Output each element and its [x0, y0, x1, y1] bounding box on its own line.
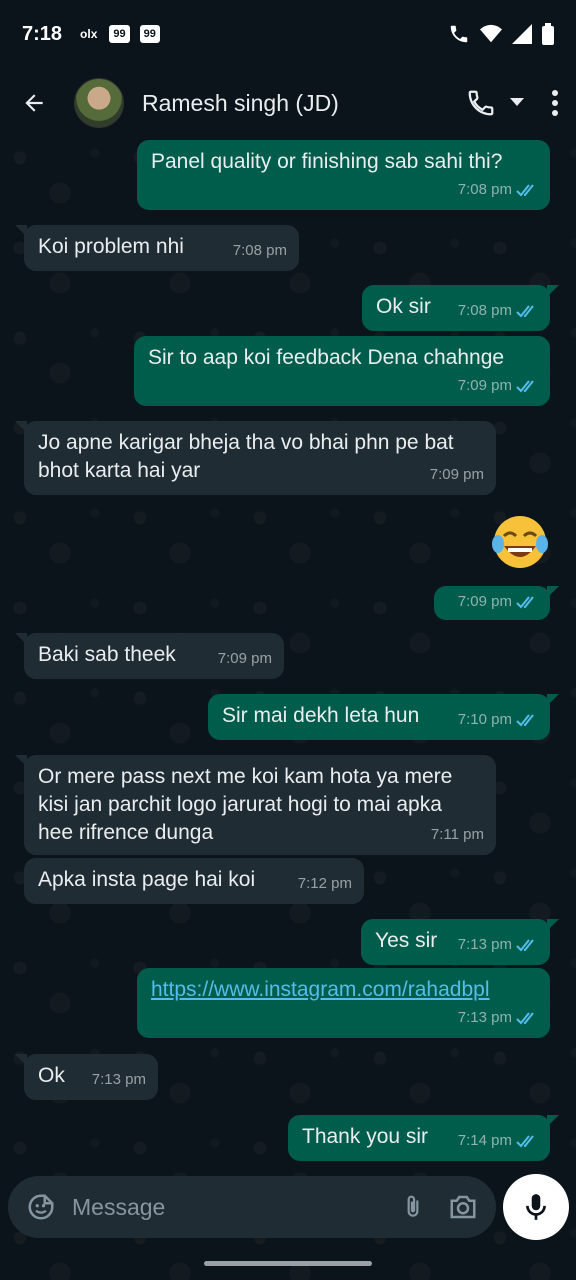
message-text: Sir mai dekh leta hun	[222, 704, 420, 727]
message-text: Koi problem nhi	[38, 235, 184, 258]
message-bubble-incoming[interactable]: Ok 7:13 pm	[15, 1054, 158, 1100]
voice-call-icon[interactable]	[466, 88, 496, 118]
message-time: 7:10 pm	[457, 711, 512, 728]
message-text: Jo apne karigar bheja tha vo bhai phn pe…	[38, 431, 454, 482]
message-time: 7:11 pm	[430, 826, 484, 843]
attach-icon[interactable]	[400, 1192, 426, 1222]
microphone-icon	[526, 1194, 546, 1220]
status-time: 7:18	[22, 22, 63, 45]
chat-header: Ramesh singh (JD)	[0, 68, 576, 138]
read-receipt-icon	[516, 1135, 534, 1148]
read-receipt-icon	[516, 1012, 534, 1025]
message-text: Apka insta page hai koi	[38, 868, 256, 891]
message-bubble-incoming[interactable]: Or mere pass next me koi kam hota ya mer…	[15, 755, 496, 855]
signal-icon	[512, 24, 532, 44]
more-options-icon[interactable]	[550, 89, 560, 117]
message-bubble-outgoing[interactable]: Sir mai dekh leta hun 7:10 pm	[208, 694, 559, 740]
read-receipt-icon	[516, 380, 534, 393]
message-time: 7:08 pm	[232, 242, 287, 259]
message-input[interactable]	[72, 1193, 400, 1221]
read-receipt-icon	[516, 596, 534, 609]
message-time: 7:13 pm	[91, 1071, 146, 1088]
status-bar: 7:18 olx 99 99	[0, 0, 576, 68]
message-bubble-outgoing[interactable]: Yes sir 7:13 pm	[361, 919, 559, 965]
message-bubble-outgoing[interactable]: Panel quality or finishing sab sahi thi?…	[137, 140, 550, 210]
message-text: Ok	[38, 1064, 65, 1087]
message-text: Thank you sir	[302, 1125, 429, 1148]
emoji-sticker-icon[interactable]	[26, 1192, 56, 1222]
read-receipt-icon	[516, 184, 534, 197]
message-bubble-outgoing[interactable]: https://www.instagram.com/rahadbpl 7:13 …	[137, 968, 550, 1038]
message-time: 7:13 pm	[457, 936, 512, 953]
message-time: 7:09 pm	[457, 377, 512, 394]
message-text: Yes sir	[375, 929, 438, 952]
arrow-left-icon	[25, 94, 43, 112]
message-composer	[8, 1176, 496, 1238]
message-time: 7:09 pm	[457, 593, 512, 610]
tears-of-joy-emoji-icon	[490, 512, 550, 572]
message-text: Ok sir	[376, 295, 431, 318]
notification-badge-icon: 99	[109, 25, 130, 43]
read-receipt-icon	[516, 714, 534, 727]
message-text: Panel quality or finishing sab sahi thi?	[151, 150, 503, 173]
message-text: Baki sab theek	[38, 643, 176, 666]
message-bubble-outgoing[interactable]: Ok sir 7:08 pm	[362, 285, 559, 331]
message-time: 7:09 pm	[217, 650, 272, 667]
message-bubble-outgoing[interactable]: Sir to aap koi feedback Dena chahnge 7:0…	[134, 336, 550, 406]
message-bubble-incoming[interactable]: Apka insta page hai koi 7:12 pm	[24, 858, 364, 904]
message-time: 7:12 pm	[297, 875, 352, 892]
message-time: 7:09 pm	[429, 466, 484, 483]
notification-badge-icon: 99	[139, 25, 160, 43]
battery-icon	[542, 23, 554, 45]
read-receipt-icon	[516, 939, 534, 952]
message-bubble-incoming[interactable]: Jo apne karigar bheja tha vo bhai phn pe…	[15, 421, 496, 495]
message-bubble-outgoing[interactable]: Thank you sir 7:14 pm	[288, 1115, 559, 1161]
message-time: 7:14 pm	[457, 1132, 512, 1149]
message-time: 7:08 pm	[457, 302, 512, 319]
home-indicator[interactable]	[204, 1261, 372, 1266]
wifi-icon	[480, 24, 502, 43]
back-button[interactable]	[16, 85, 52, 121]
message-time: 7:13 pm	[457, 1009, 512, 1026]
contact-avatar[interactable]	[74, 78, 124, 128]
camera-icon[interactable]	[448, 1193, 478, 1221]
voice-message-button[interactable]	[503, 1174, 569, 1240]
instagram-link[interactable]: https://www.instagram.com/rahadbpl	[151, 978, 489, 1001]
message-bubble-incoming[interactable]: Koi problem nhi 7:08 pm	[15, 225, 299, 271]
message-text: Or mere pass next me koi kam hota ya mer…	[38, 765, 453, 844]
message-text: Sir to aap koi feedback Dena chahnge	[148, 346, 505, 369]
call-dropdown-icon[interactable]	[510, 98, 524, 108]
olx-notification-icon: olx	[80, 27, 98, 41]
message-time: 7:08 pm	[457, 181, 512, 198]
contact-name[interactable]: Ramesh singh (JD)	[142, 90, 339, 117]
message-bubble-outgoing[interactable]: 7:09 pm	[434, 586, 559, 620]
read-receipt-icon	[516, 305, 534, 318]
wifi-call-icon	[450, 25, 468, 43]
message-bubble-incoming[interactable]: Baki sab theek 7:09 pm	[15, 633, 284, 679]
